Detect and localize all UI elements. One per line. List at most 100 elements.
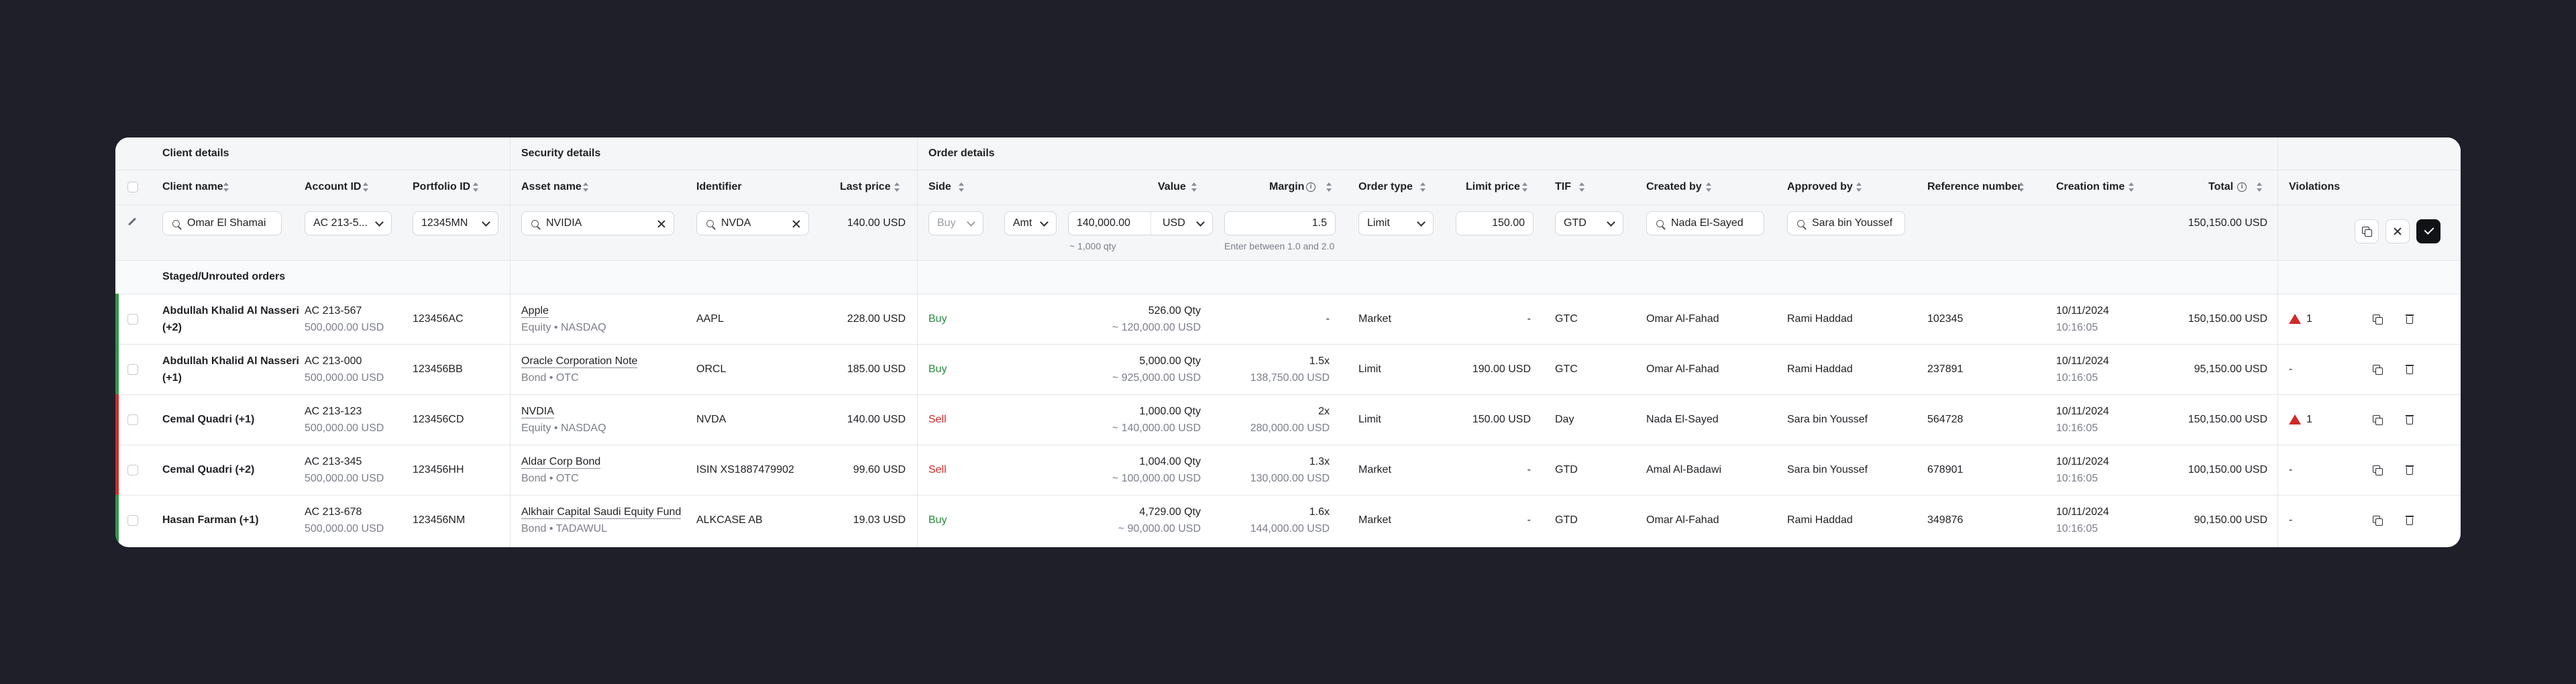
asset-name-link[interactable]: NVDIA — [521, 405, 554, 418]
copy-icon — [2373, 465, 2383, 475]
portfolio-id: 123456CD — [413, 414, 464, 425]
portfolio-id: 123456AC — [413, 313, 464, 325]
order-type: Market — [1358, 313, 1391, 325]
client-name[interactable]: Abdullah Khalid Al Nasseri — [162, 355, 299, 368]
limit-price: - — [1527, 313, 1531, 325]
cancel-button[interactable] — [2385, 219, 2410, 243]
approved-by-input[interactable]: Sara bin Youssef — [1787, 211, 1905, 235]
identifier-input[interactable]: NVDA — [696, 211, 809, 235]
asset-type: Equity • NASDAQ — [521, 322, 606, 333]
violations-count[interactable]: 1 — [2306, 312, 2312, 326]
value-amount: ~ 90,000.00 USD — [1118, 523, 1201, 534]
sort-icon — [2256, 182, 2263, 192]
duplicate-row-button[interactable] — [2369, 412, 2385, 428]
duplicate-row-button[interactable] — [2369, 462, 2385, 478]
trash-icon — [2406, 314, 2414, 324]
value-amount: ~ 100,000.00 USD — [1112, 473, 1201, 484]
account-id: AC 213-567 — [305, 305, 362, 317]
created-by-input[interactable]: Nada El-Sayed — [1646, 211, 1764, 235]
client-name-input[interactable]: Omar El Shamai — [162, 211, 282, 235]
margin-input[interactable]: 1.5 — [1224, 211, 1336, 235]
asset-type: Equity • NASDAQ — [521, 422, 606, 434]
margin-hint: Enter between 1.0 and 2.0 — [1224, 241, 1335, 251]
chevron-down-icon — [375, 218, 384, 227]
asset-name-link[interactable]: Aldar Corp Bond — [521, 455, 601, 469]
row-checkbox[interactable] — [127, 465, 138, 475]
delete-row-button[interactable] — [2402, 361, 2418, 378]
value-currency-select[interactable]: USD — [1163, 212, 1185, 235]
client-name[interactable]: Abdullah Khalid Al Nasseri — [162, 304, 299, 318]
row-checkbox[interactable] — [127, 515, 138, 526]
creation-time: 10:16:05 — [2056, 473, 2098, 484]
value-type-select[interactable]: Amt — [1004, 211, 1057, 235]
account-id: AC 213-345 — [305, 456, 362, 467]
duplicate-button[interactable] — [2355, 219, 2379, 243]
violations-count[interactable]: 1 — [2306, 413, 2312, 426]
client-name[interactable]: Hasan Farman (+1) — [162, 514, 259, 527]
delete-row-button[interactable] — [2402, 412, 2418, 428]
value-amount-input[interactable]: 140,000.00 USD — [1068, 211, 1213, 235]
portfolio-id: 123456HH — [413, 464, 464, 475]
value-qty: 4,729.00 Qty — [1139, 506, 1201, 518]
copy-icon — [2373, 415, 2383, 425]
margin-value: - — [1326, 313, 1330, 325]
copy-icon — [2373, 365, 2383, 375]
creation-date: 10/11/2024 — [2056, 355, 2109, 367]
row-checkbox[interactable] — [127, 314, 138, 325]
row-checkbox[interactable] — [127, 364, 138, 375]
delete-row-button[interactable] — [2402, 462, 2418, 478]
order-type: Limit — [1358, 363, 1381, 375]
group-security-details: Security details — [521, 148, 601, 159]
limit-price: 150.00 USD — [1472, 414, 1531, 425]
duplicate-row-button[interactable] — [2369, 512, 2385, 528]
margin-amount: 280,000.00 USD — [1250, 422, 1330, 434]
delete-row-button[interactable] — [2402, 311, 2418, 327]
approved-by: Sara bin Youssef — [1787, 414, 1868, 425]
row-checkbox[interactable] — [127, 414, 138, 425]
asset-name-input[interactable]: NVIDIA — [521, 211, 674, 235]
total: 150,150.00 USD — [2188, 313, 2267, 325]
side-value: Buy — [928, 514, 947, 526]
margin-value: 2x — [1318, 406, 1330, 417]
tif: GTC — [1555, 313, 1578, 325]
asset-name-link[interactable]: Oracle Corporation Note — [521, 355, 638, 368]
total: 150,150.00 USD — [2188, 414, 2267, 425]
approved-by: Rami Haddad — [1787, 363, 1853, 375]
client-name[interactable]: Cemal Quadri (+2) — [162, 463, 254, 477]
chevron-down-icon — [1040, 218, 1049, 227]
margin-amount: 144,000.00 USD — [1250, 523, 1330, 534]
sort-icon — [1419, 182, 1426, 192]
approved-by: Sara bin Youssef — [1787, 464, 1868, 475]
reference-number: 102345 — [1927, 313, 1964, 325]
creation-date: 10/11/2024 — [2056, 406, 2109, 417]
select-all-checkbox[interactable] — [127, 182, 138, 192]
tif-select[interactable]: GTD — [1555, 211, 1623, 235]
duplicate-row-button[interactable] — [2369, 361, 2385, 378]
confirm-button[interactable] — [2416, 219, 2440, 243]
asset-name-link[interactable]: Alkhair Capital Saudi Equity Fund — [521, 506, 682, 519]
clear-icon — [792, 220, 800, 228]
asset-name-link[interactable]: Apple — [521, 304, 549, 318]
search-icon — [172, 220, 180, 227]
portfolio-id-select[interactable]: 12345MN — [413, 211, 498, 235]
side-value: Buy — [928, 313, 947, 325]
trash-icon — [2406, 465, 2414, 475]
search-icon — [1656, 220, 1664, 227]
order-type-select[interactable]: Limit — [1358, 211, 1434, 235]
duplicate-row-button[interactable] — [2369, 311, 2385, 327]
clear-icon — [657, 220, 665, 228]
margin-amount: 138,750.00 USD — [1250, 372, 1330, 384]
creation-date: 10/11/2024 — [2056, 456, 2109, 467]
delete-row-button[interactable] — [2402, 512, 2418, 528]
info-icon: i — [2237, 182, 2247, 192]
orders-table: Client details Security details Order de… — [115, 137, 2461, 547]
account-id-select[interactable]: AC 213-5... — [305, 211, 392, 235]
margin-value: 1.5x — [1309, 355, 1330, 367]
limit-price-input[interactable]: 150.00 — [1456, 211, 1534, 235]
last-price: 228.00 USD — [847, 313, 906, 325]
client-name[interactable]: Cemal Quadri (+1) — [162, 413, 254, 426]
side-select[interactable]: Buy — [928, 211, 983, 235]
account-value: 500,000.00 USD — [305, 372, 384, 384]
side-value: Buy — [928, 363, 947, 375]
creation-time: 10:16:05 — [2056, 523, 2098, 534]
